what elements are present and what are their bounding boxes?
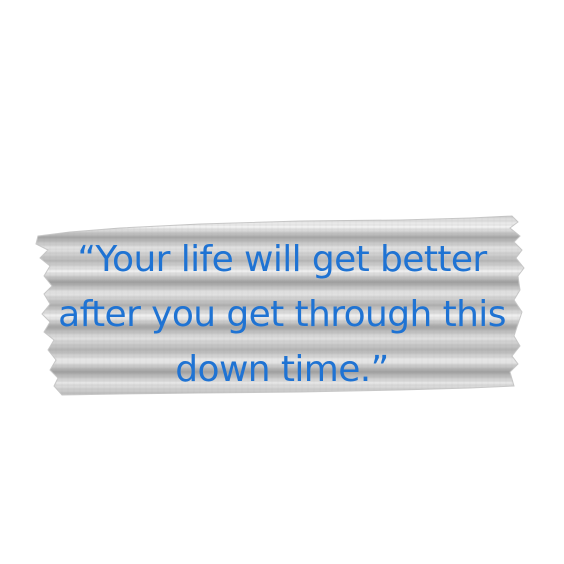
sticker-canvas: “Your life will get better after you get…: [0, 0, 564, 564]
quote-line-3: down time.”: [175, 349, 389, 390]
quote-text: “Your life will get better after you get…: [38, 232, 526, 397]
quote-line-1: “Your life will get better: [77, 239, 487, 280]
quote-line-2: after you get through this: [58, 294, 506, 335]
